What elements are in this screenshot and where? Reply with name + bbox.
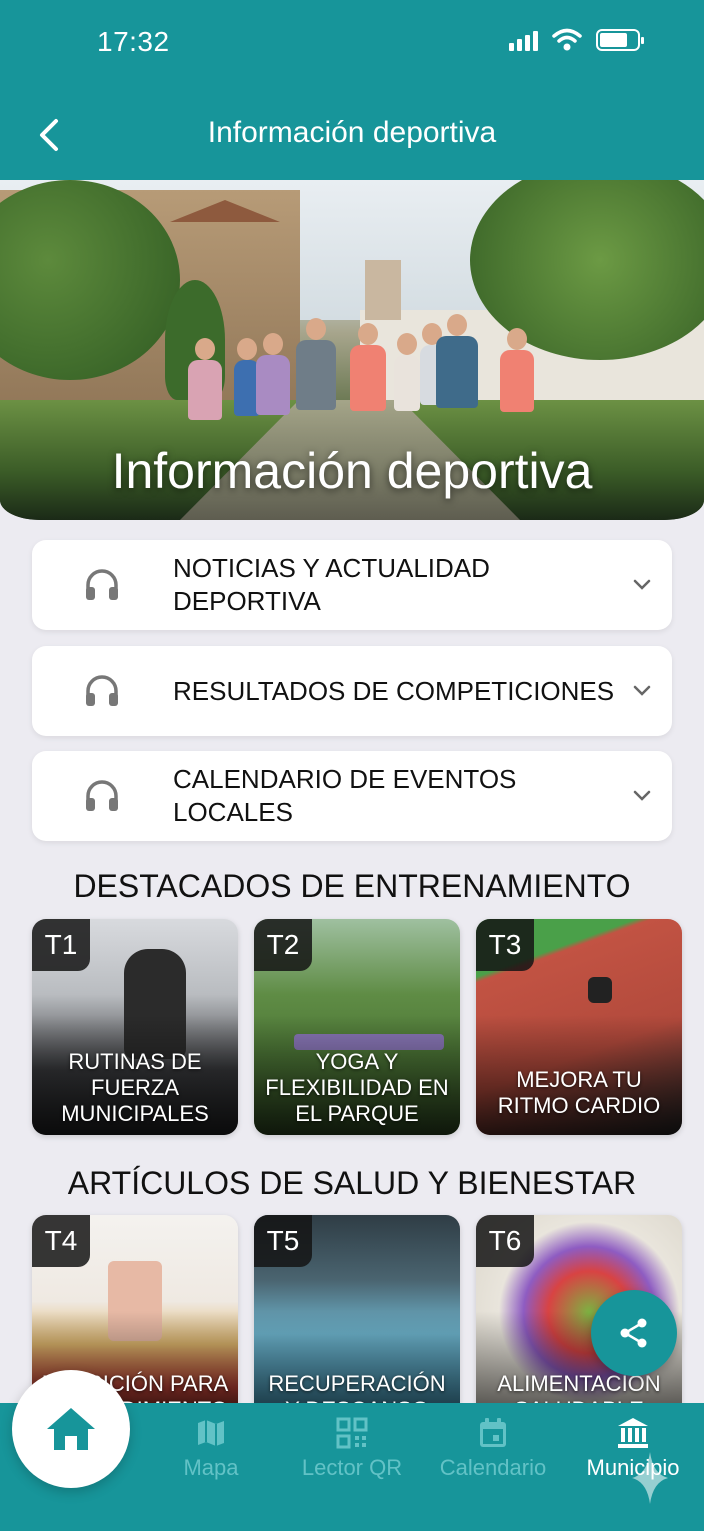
- share-icon: [620, 1318, 647, 1348]
- share-button[interactable]: [591, 1290, 677, 1376]
- nav-label: Calendario: [439, 1455, 547, 1480]
- cellular-signal-icon: [509, 29, 538, 51]
- chevron-down-icon: [633, 790, 651, 801]
- battery-icon: [596, 29, 644, 51]
- headphones-icon: [86, 780, 118, 811]
- nav-label: Lector QR: [301, 1455, 403, 1480]
- card-cardio-pace[interactable]: T3 MEJORA TU RITMO CARDIO: [476, 919, 682, 1135]
- card-strength-routines[interactable]: T1 RUTINAS DE FUERZA MUNICIPALES: [32, 919, 238, 1135]
- runner: [436, 314, 478, 408]
- section-title-training: DESTACADOS DE ENTRENAMIENTO: [73, 868, 631, 904]
- map-icon: [198, 1420, 224, 1446]
- headphones-icon: [86, 675, 118, 706]
- card-title: YOGA Y FLEXIBILIDAD EN EL PARQUE: [265, 1049, 449, 1126]
- accordion-local-events-calendar[interactable]: CALENDARIO DE EVENTOS LOCALES: [32, 751, 672, 841]
- headphones-icon: [86, 569, 118, 600]
- accordion-label: NOTICIAS Y ACTUALIDAD DEPORTIVA: [173, 553, 490, 616]
- hero-banner: Información deportiva: [0, 180, 704, 520]
- nav-label: Mapa: [183, 1455, 239, 1480]
- runner: [394, 333, 420, 411]
- card-title: RUTINAS DE FUERZA MUNICIPALES: [61, 1049, 209, 1126]
- runner: [188, 338, 222, 420]
- sparkle-icon: [632, 1452, 668, 1504]
- hero-roof: [170, 200, 280, 222]
- runner: [500, 328, 534, 412]
- card-badge: T6: [476, 1215, 534, 1267]
- runner: [256, 333, 290, 415]
- nav-item-map[interactable]: Mapa: [136, 1417, 286, 1497]
- card-badge: T4: [32, 1215, 90, 1267]
- accordion-competition-results[interactable]: RESULTADOS DE COMPETICIONES: [32, 646, 672, 736]
- runner: [296, 318, 336, 410]
- nav-item-municipality[interactable]: Municipio: [558, 1417, 704, 1497]
- accordion-sports-news[interactable]: NOTICIAS Y ACTUALIDAD DEPORTIVA: [32, 540, 672, 630]
- nav-item-qr-reader[interactable]: Lector QR: [277, 1417, 427, 1497]
- card-badge: T2: [254, 919, 312, 971]
- calendar-icon: [480, 1418, 506, 1447]
- section-title-health: ARTÍCULOS DE SALUD Y BIENESTAR: [67, 1165, 637, 1201]
- status-bar: 17:32: [0, 0, 704, 90]
- chevron-down-icon: [633, 579, 651, 590]
- accordion-label: CALENDARIO DE EVENTOS LOCALES: [173, 764, 517, 827]
- app-bar: Información deportiva: [0, 90, 704, 180]
- card-yoga-park[interactable]: T2 YOGA Y FLEXIBILIDAD EN EL PARQUE: [254, 919, 460, 1135]
- runner: [350, 323, 386, 411]
- accordion-label: RESULTADOS DE COMPETICIONES: [173, 675, 615, 706]
- card-recovery-rest[interactable]: T5 RECUPERACIÓN Y DESCANSO: [254, 1215, 460, 1431]
- qr-code-icon: [336, 1417, 368, 1449]
- home-icon: [47, 1408, 95, 1450]
- status-time: 17:32: [97, 26, 170, 57]
- page-title: Información deportiva: [207, 116, 497, 149]
- status-icons: [509, 28, 644, 52]
- hero-title: Información deportiva: [111, 443, 593, 499]
- hero-bell-tower: [365, 260, 401, 320]
- card-title: MEJORA TU RITMO CARDIO: [497, 1067, 661, 1118]
- card-image-smartwatch: [588, 977, 612, 1003]
- wifi-icon: [552, 28, 582, 51]
- town-hall-icon: [618, 1418, 648, 1448]
- card-badge: T1: [32, 919, 90, 971]
- home-button[interactable]: [12, 1370, 130, 1488]
- nav-item-calendar[interactable]: Calendario: [418, 1417, 568, 1497]
- card-badge: T3: [476, 919, 534, 971]
- chevron-down-icon: [633, 685, 651, 696]
- card-badge: T5: [254, 1215, 312, 1267]
